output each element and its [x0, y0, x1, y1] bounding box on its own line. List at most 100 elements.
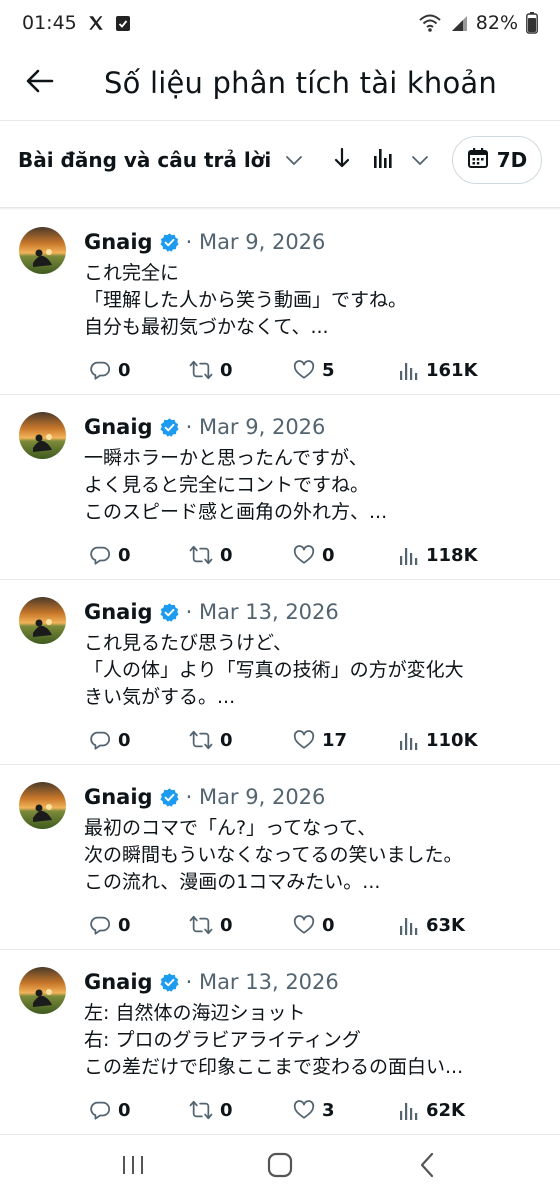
- recent-apps-button[interactable]: [103, 1142, 163, 1192]
- reply-metric[interactable]: 0: [89, 1096, 131, 1124]
- chevron-left-icon: [419, 1152, 435, 1182]
- views-icon: [399, 914, 419, 936]
- post-metrics: 0 0 3 62K: [89, 1096, 489, 1124]
- author-name[interactable]: Gnaig: [84, 970, 153, 994]
- reply-metric[interactable]: 0: [89, 541, 131, 569]
- sort-button[interactable]: [327, 140, 357, 180]
- repost-metric[interactable]: 0: [189, 356, 233, 384]
- post-item[interactable]: Gnaig · Mar 9, 2026 これ完全に 「理解した人から笑う動画」です…: [0, 210, 560, 395]
- post-text-line: よく見ると完全にコントですね。: [84, 474, 370, 496]
- author-name[interactable]: Gnaig: [84, 600, 153, 624]
- content-type-dropdown[interactable]: Bài đăng và câu trả lời: [18, 148, 303, 172]
- chevron-down-icon: [285, 151, 303, 170]
- post-text-line: 次の瞬間もういなくなってるの笑いました。: [84, 844, 463, 866]
- views-metric[interactable]: 63K: [399, 911, 465, 939]
- verified-badge-icon: [159, 787, 180, 808]
- reply-icon: [89, 1099, 111, 1121]
- heart-icon: [293, 1099, 315, 1121]
- repost-metric[interactable]: 0: [189, 911, 233, 939]
- post-date: · Mar 9, 2026: [185, 415, 326, 439]
- heart-icon: [293, 544, 315, 566]
- author-name[interactable]: Gnaig: [84, 230, 153, 254]
- avatar[interactable]: [19, 967, 66, 1014]
- home-icon: [267, 1152, 293, 1182]
- post-item[interactable]: Gnaig · Mar 9, 2026 最初のコマで「ん?」ってなって、 次の瞬間…: [0, 765, 560, 950]
- post-metrics: 0 0 0 63K: [89, 911, 489, 939]
- post-text: 最初のコマで「ん?」ってなって、 次の瞬間もういなくなってるの笑いました。 この流れ…: [84, 815, 544, 896]
- views-metric[interactable]: 161K: [399, 356, 478, 384]
- back-nav-button[interactable]: [397, 1142, 457, 1192]
- post-header: Gnaig · Mar 13, 2026: [84, 600, 339, 624]
- views-icon: [399, 1099, 419, 1121]
- views-count: 118K: [426, 544, 478, 566]
- post-text-line: 一瞬ホラーかと思ったんですが、: [84, 447, 368, 469]
- post-metrics: 0 0 5 161K: [89, 356, 489, 384]
- like-metric[interactable]: 3: [293, 1096, 335, 1124]
- date-range-button[interactable]: 7D: [452, 136, 542, 184]
- like-count: 0: [322, 914, 335, 936]
- post-text-line: これ見るたび思うけど、: [84, 632, 293, 654]
- repost-metric[interactable]: 0: [189, 541, 233, 569]
- reply-count: 0: [118, 914, 131, 936]
- repost-metric[interactable]: 0: [189, 726, 233, 754]
- views-metric[interactable]: 118K: [399, 541, 478, 569]
- verified-badge-icon: [159, 602, 180, 623]
- battery-level: 82%: [475, 12, 518, 34]
- reply-metric[interactable]: 0: [89, 356, 131, 384]
- repost-icon: [189, 729, 213, 751]
- reply-count: 0: [118, 359, 131, 381]
- post-date: · Mar 9, 2026: [185, 230, 326, 254]
- wifi-icon: [418, 13, 442, 33]
- post-metrics: 0 0 17 110K: [89, 726, 489, 754]
- reply-count: 0: [118, 729, 131, 751]
- views-count: 110K: [426, 729, 478, 751]
- views-metric[interactable]: 62K: [399, 1096, 465, 1124]
- author-name[interactable]: Gnaig: [84, 415, 153, 439]
- heart-icon: [293, 359, 315, 381]
- repost-count: 0: [220, 1099, 233, 1121]
- content-type-label: Bài đăng và câu trả lời: [18, 148, 272, 172]
- avatar[interactable]: [19, 412, 66, 459]
- repost-icon: [189, 1099, 213, 1121]
- repost-metric[interactable]: 0: [189, 1096, 233, 1124]
- signal-icon: [450, 14, 468, 32]
- views-metric[interactable]: 110K: [399, 726, 478, 754]
- arrow-down-icon: [334, 147, 350, 173]
- post-text-line: 自分も最初気づかなくて、...: [84, 316, 329, 338]
- like-count: 0: [322, 544, 335, 566]
- avatar[interactable]: [19, 227, 66, 274]
- x-logo-icon: [87, 14, 105, 32]
- post-item[interactable]: Gnaig · Mar 13, 2026 左: 自然体の海辺ショット 右: プロの…: [0, 950, 560, 1135]
- post-text: これ完全に 「理解した人から笑う動画」ですね。 自分も最初気づかなくて、...: [84, 260, 544, 341]
- repost-count: 0: [220, 729, 233, 751]
- post-list: Gnaig · Mar 9, 2026 これ完全に 「理解した人から笑う動画」です…: [0, 210, 560, 1135]
- post-text-line: 「理解した人から笑う動画」ですね。: [84, 289, 408, 311]
- calendar-icon: [467, 147, 489, 173]
- post-text-line: 左: 自然体の海辺ショット: [84, 1002, 306, 1024]
- like-metric[interactable]: 5: [293, 356, 335, 384]
- heart-icon: [293, 914, 315, 936]
- reply-icon: [89, 914, 111, 936]
- bar-chart-icon: [371, 146, 395, 174]
- post-text-line: 右: プロのグラビアライティング: [84, 1029, 361, 1051]
- reply-icon: [89, 729, 111, 751]
- author-name[interactable]: Gnaig: [84, 785, 153, 809]
- avatar[interactable]: [19, 782, 66, 829]
- home-button[interactable]: [250, 1142, 310, 1192]
- metric-dropdown[interactable]: [371, 146, 429, 174]
- like-metric[interactable]: 17: [293, 726, 347, 754]
- reply-metric[interactable]: 0: [89, 911, 131, 939]
- post-text: 左: 自然体の海辺ショット 右: プロのグラビアライティング この差だけで印象ここま…: [84, 1000, 544, 1081]
- like-count: 3: [322, 1099, 335, 1121]
- like-metric[interactable]: 0: [293, 541, 335, 569]
- post-item[interactable]: Gnaig · Mar 9, 2026 一瞬ホラーかと思ったんですが、 よく見ると…: [0, 395, 560, 580]
- avatar[interactable]: [19, 597, 66, 644]
- header: Số liệu phân tích tài khoản: [0, 46, 560, 120]
- like-metric[interactable]: 0: [293, 911, 335, 939]
- repost-count: 0: [220, 914, 233, 936]
- status-bar: 01:45 82%: [0, 0, 560, 46]
- back-button[interactable]: [0, 46, 80, 120]
- post-text-line: このスピード感と画角の外れ方、...: [84, 501, 388, 523]
- post-item[interactable]: Gnaig · Mar 13, 2026 これ見るたび思うけど、 「人の体」より「…: [0, 580, 560, 765]
- reply-metric[interactable]: 0: [89, 726, 131, 754]
